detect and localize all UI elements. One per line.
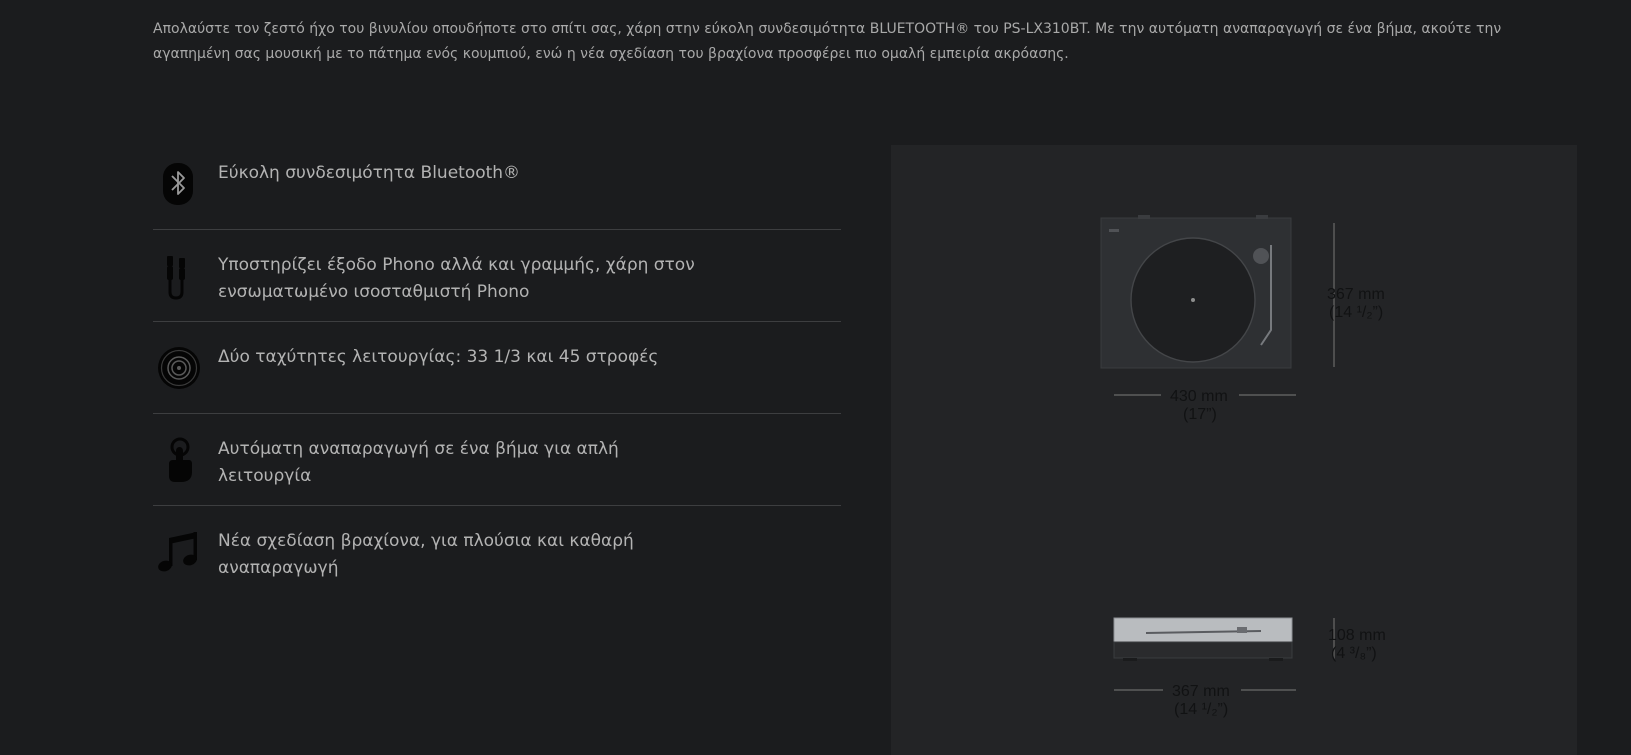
feature-item-phono: Υποστηρίζει έξοδο Phono αλλά και γραμμής… xyxy=(153,230,841,322)
feature-item-autoplay: Αυτόματη αναπαραγωγή σε ένα βήμα για απλ… xyxy=(153,414,841,506)
side-height-label: 108 mm xyxy=(1328,627,1386,644)
side-depth-inch-label: (14 ¹/₂”) xyxy=(1174,701,1228,718)
feature-item-speeds: Δύο ταχύτητες λειτουργίας: 33 1/3 και 45… xyxy=(153,322,841,414)
side-depth-dimension: 367 mm (14 ¹/₂”) xyxy=(1114,683,1296,718)
feature-item-tonearm: Νέα σχεδίαση βραχίονα, για πλούσια και κ… xyxy=(153,506,841,598)
top-width-dimension: 430 mm (17”) xyxy=(1114,388,1296,423)
top-height-dimension: 367 mm (14 ¹/₂”) xyxy=(1327,223,1385,367)
side-height-dimension: 108 mm (4 ³/₈”) xyxy=(1328,618,1386,662)
turntable-side-view xyxy=(1113,617,1293,661)
record-disc-icon xyxy=(153,342,205,394)
press-hand-icon xyxy=(153,434,205,486)
feature-list: Εύκολη συνδεσιμότητα Bluetooth® Υποστηρί… xyxy=(153,138,841,598)
side-depth-label: 367 mm xyxy=(1172,683,1230,700)
turntable-top-view xyxy=(1100,215,1292,369)
top-width-label: 430 mm xyxy=(1170,388,1228,405)
side-height-inch-label: (4 ³/₈”) xyxy=(1331,645,1377,662)
top-height-inch-label: (14 ¹/₂”) xyxy=(1329,304,1383,321)
intro-paragraph: Απολαύστε τον ζεστό ήχο του βινυλίου οπο… xyxy=(153,21,1502,62)
feature-text: Δύο ταχύτητες λειτουργίας: 33 1/3 και 45… xyxy=(218,347,659,367)
bluetooth-icon xyxy=(153,158,205,210)
feature-text: Υποστηρίζει έξοδο Phono αλλά και γραμμής… xyxy=(218,255,695,302)
phono-cable-icon xyxy=(153,250,205,302)
feature-text: Νέα σχεδίαση βραχίονα, για πλούσια και κ… xyxy=(218,531,634,578)
feature-text: Εύκολη συνδεσιμότητα Bluetooth® xyxy=(218,163,521,183)
top-height-label: 367 mm xyxy=(1327,286,1385,303)
music-note-icon xyxy=(153,526,205,578)
feature-item-bluetooth: Εύκολη συνδεσιμότητα Bluetooth® xyxy=(153,138,841,230)
dimensions-panel: 367 mm (14 ¹/₂”) 430 mm (17”) 108 mm (4 … xyxy=(891,145,1577,755)
turntable-dimensions-diagram: 367 mm (14 ¹/₂”) 430 mm (17”) 108 mm (4 … xyxy=(1100,215,1386,718)
top-width-inch-label: (17”) xyxy=(1183,406,1217,423)
feature-text: Αυτόματη αναπαραγωγή σε ένα βήμα για απλ… xyxy=(218,439,619,486)
